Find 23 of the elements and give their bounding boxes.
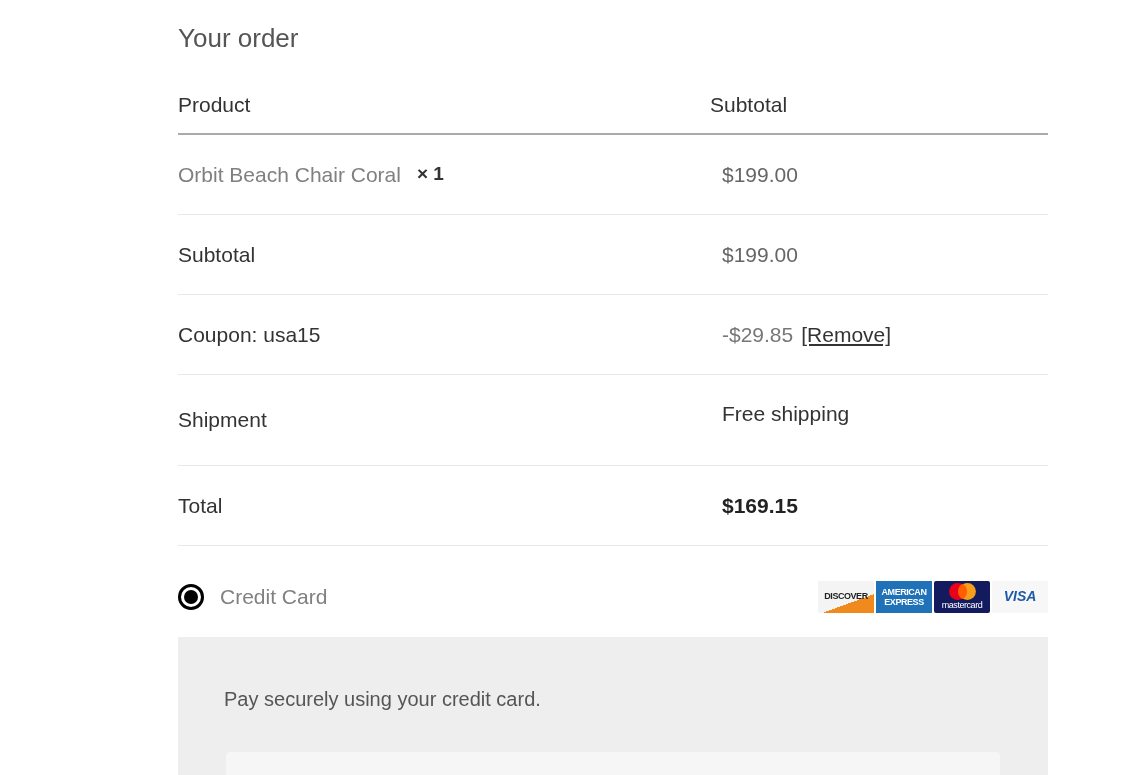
total-label: Total — [178, 493, 223, 517]
overlapping-circles-icon — [948, 583, 976, 600]
shipping-value: Free shipping — [722, 401, 850, 428]
column-header: Subtotal — [710, 93, 788, 116]
payment-method-label[interactable]: Credit Card — [220, 580, 328, 613]
shipping-label: Shipment — [178, 408, 267, 432]
coupon-label: Coupon: usa15 — [178, 322, 321, 346]
amex-logo: AMERICAN EXPRESS — [876, 580, 932, 613]
discount-value: -$29.85 — [722, 321, 794, 348]
column-header: Product — [178, 93, 251, 116]
radio-button[interactable] — [178, 583, 204, 610]
payment-description: Pay securely using your credit card. — [224, 688, 541, 710]
product-quantity: × 1 — [416, 162, 444, 187]
section-heading: Your order — [178, 23, 299, 53]
mastercard-wordmark: mastercard — [941, 600, 983, 610]
product-subtotal: $199.00 — [722, 162, 798, 186]
subtotal-value: $199.00 — [722, 241, 798, 268]
visa-logo: VISA — [992, 580, 1048, 613]
subtotal-label: Subtotal — [178, 242, 256, 266]
discover-logo: DISCOVER — [818, 580, 874, 613]
remove-coupon-link[interactable]: [Remove] — [801, 318, 892, 351]
total-value: $169.15 — [722, 492, 798, 519]
product-name[interactable]: Orbit Beach Chair Coral — [178, 158, 401, 191]
